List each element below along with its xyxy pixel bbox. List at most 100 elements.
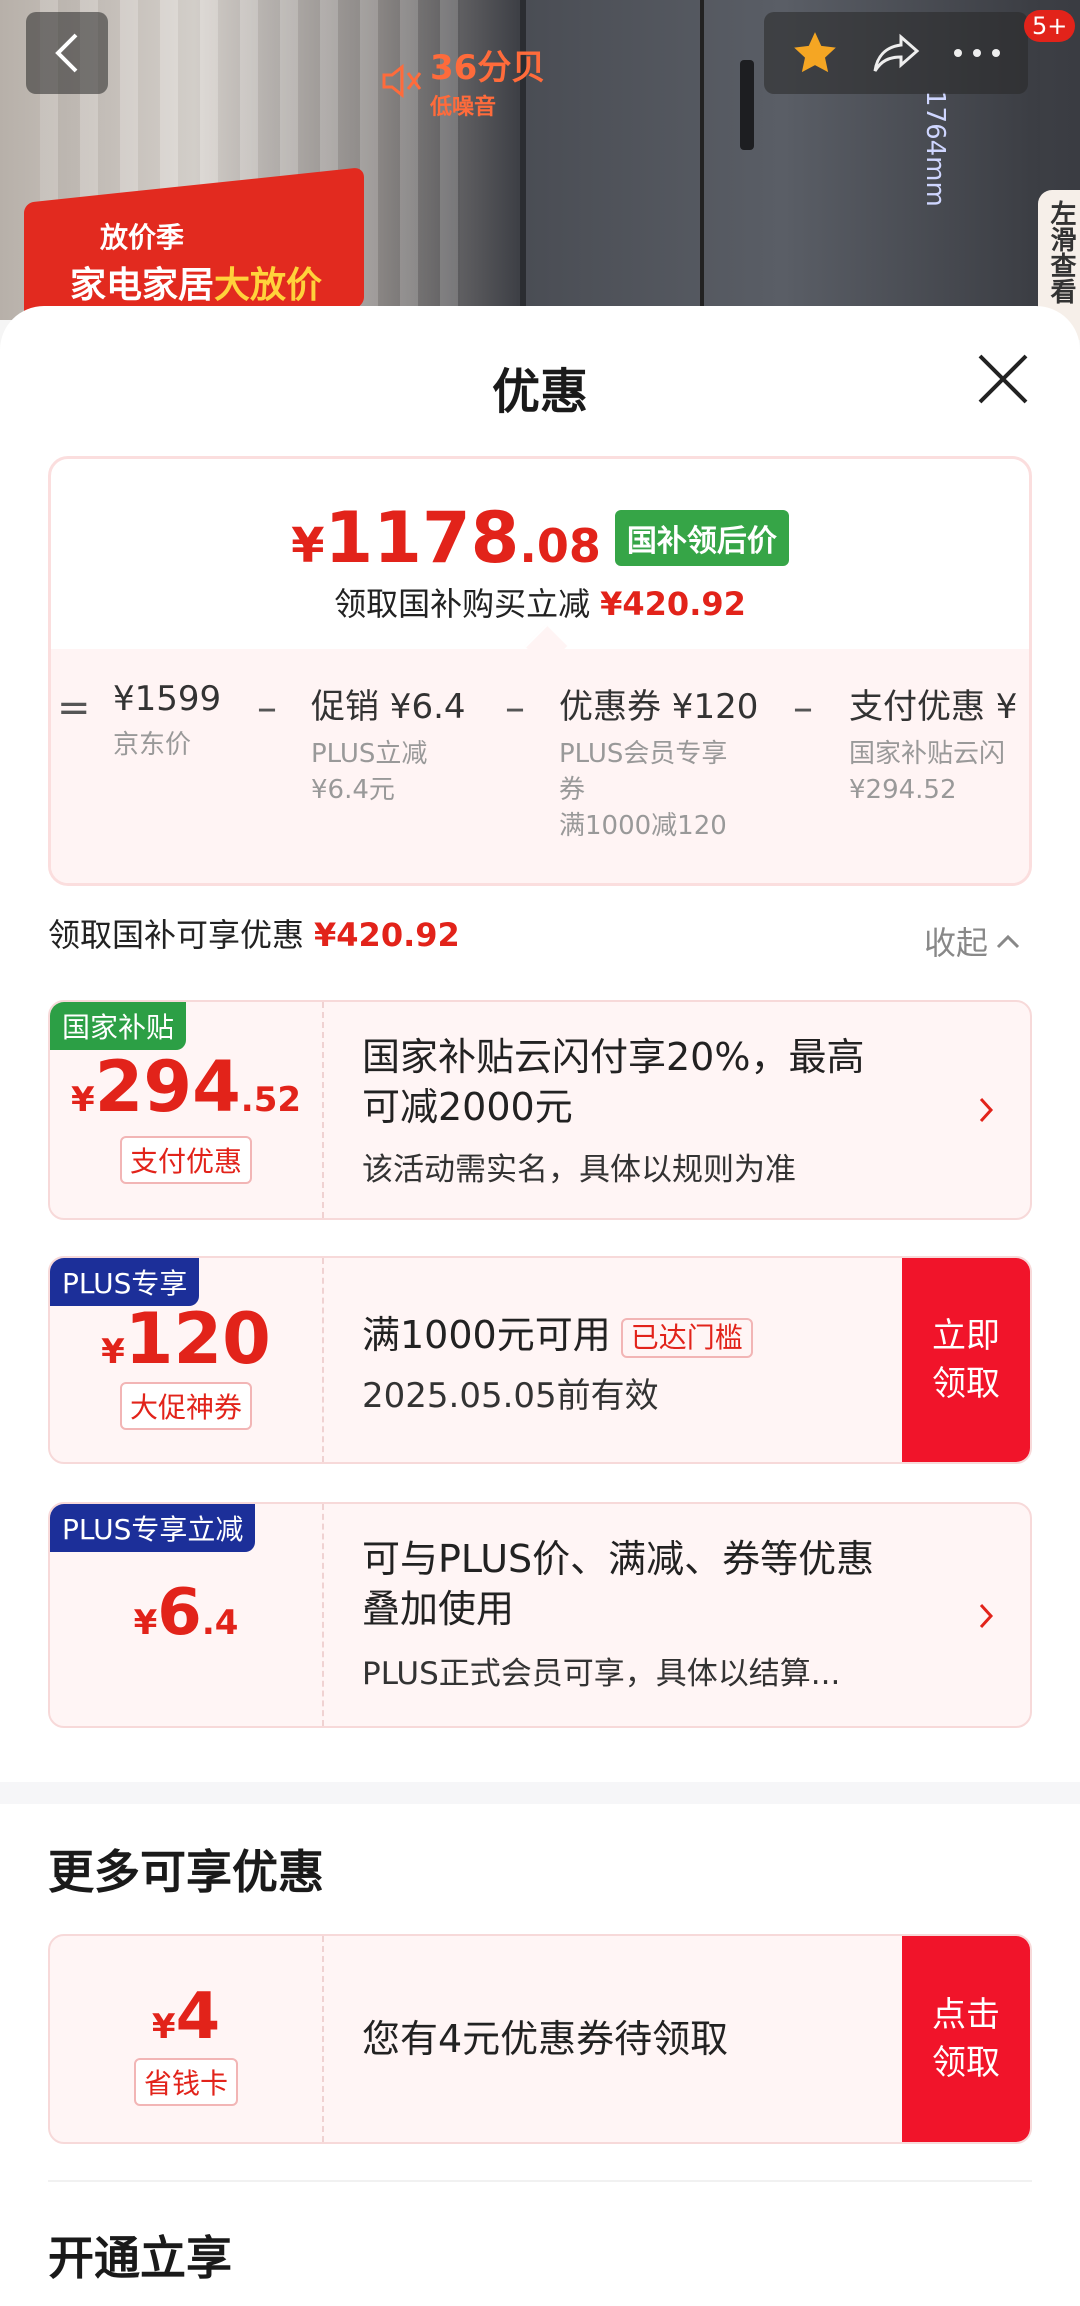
star-icon [793, 32, 836, 73]
collapse-label: 收起 [924, 924, 989, 962]
share-button[interactable] [871, 31, 921, 75]
coupon-tag: PLUS专享立减 [50, 1504, 256, 1552]
coupon-title-line: 满1000元可用 [362, 1313, 611, 1357]
claim-button-label: 立即 领取 [932, 1312, 1000, 1408]
breakdown-item-jd-price: ¥1599 京东价 [113, 679, 221, 763]
subsidy-saving-label: 领取国补购买立减 [334, 585, 591, 623]
coupon-yen: ¥ [70, 1080, 95, 1120]
claim-coupon-button[interactable]: 立即 领取 [902, 1258, 1030, 1462]
threshold-reached-badge: 已达门槛 [620, 1317, 753, 1358]
total-savings-label: 领取国补可享优惠 [48, 916, 305, 954]
promo-title-highlight: 大放价 [214, 265, 323, 306]
breakdown-line: ¥6.4元 [311, 775, 395, 805]
noise-label: 低噪音 [430, 95, 497, 120]
coupon-label: 大促神券 [50, 1382, 322, 1430]
subsidy-saving-line: 领取国补购买立减 ¥420.92 [51, 579, 1029, 625]
coupon-label-text: 省钱卡 [133, 2058, 238, 2106]
minus-operator: – [793, 685, 813, 731]
coupon-amount-integer: 120 [124, 1298, 271, 1380]
chevron-left-icon [55, 33, 78, 73]
breakdown-line: 京东价 [113, 730, 192, 760]
coupon-title-line: 国家补贴云闪付享20%，最高 [362, 1035, 865, 1079]
coupon-subtitle: PLUS正式会员可享，具体以结算... [362, 1656, 841, 1692]
breakdown-line: ¥294.52 [849, 775, 957, 805]
coupon-amount: ¥4 [50, 1980, 322, 2054]
close-button[interactable] [976, 352, 1030, 406]
breakdown-line: PLUS立减 [311, 739, 428, 769]
top-action-bar [764, 12, 1028, 94]
breakdown-item-payment: 支付优惠 ¥ 国家补贴云闪 ¥294.52 [849, 679, 1017, 808]
coupon-amount: ¥6.4 [50, 1576, 322, 1650]
price-yen: ¥ [291, 518, 325, 574]
coupon-yen: ¥ [101, 1332, 125, 1372]
chevron-up-icon [996, 934, 1020, 949]
minus-operator: – [505, 685, 525, 731]
coupon-label-text: 大促神券 [119, 1382, 252, 1430]
claim-button-line: 立即 [932, 1316, 1000, 1356]
coupon-amount-decimal: .52 [240, 1080, 302, 1120]
back-button[interactable] [26, 12, 108, 94]
section-divider [48, 2180, 1032, 2182]
coupon-divider [322, 1258, 324, 1462]
noise-value: 36分贝 [430, 48, 546, 88]
subsidy-price-badge: 国补领后价 [614, 510, 789, 566]
total-savings-row: 领取国补可享优惠 ¥420.92 [48, 910, 460, 956]
fridge-door-split [700, 0, 704, 320]
coupon-validity: 2025.05.05前有效 [362, 1376, 659, 1416]
coupon-yen: ¥ [133, 1603, 158, 1643]
noise-text: 36分贝 低噪音 [430, 40, 545, 121]
price-summary-card: ¥ 1178 .08 国补领后价 领取国补购买立减 ¥420.92 = ¥1599… [48, 456, 1032, 886]
chevron-right-icon [979, 1097, 994, 1123]
coupon-card-saver-card: ¥4 省钱卡 您有4元优惠券待领取 点击 领取 [48, 1934, 1032, 2144]
price-integer: 1178 [324, 497, 520, 579]
coupon-divider [322, 1936, 324, 2142]
claim-button-line: 领取 [932, 2043, 1000, 2083]
coupon-card-plus-discount[interactable]: PLUS专享立减 ¥6.4 可与PLUS价、满减、券等优惠 叠加使用 PLUS正… [48, 1502, 1032, 1728]
collapse-button[interactable]: 收起 [924, 918, 1020, 964]
coupon-subtitle: 该活动需实名，具体以规则为准 [362, 1152, 796, 1188]
sheet-title: 优惠 [491, 364, 588, 420]
dimension-label: 1764mm [920, 90, 950, 207]
subsidy-saving-value: ¥420.92 [600, 585, 746, 623]
coupon-title: 可与PLUS价、满减、券等优惠 叠加使用 [362, 1534, 874, 1634]
coupon-amount-decimal: .4 [201, 1603, 239, 1643]
coupon-card-plus-exclusive: PLUS专享 ¥120 大促神券 满1000元可用 已达门槛 2025.05.05… [48, 1256, 1032, 1464]
coupon-amount-integer: 6 [157, 1576, 202, 1650]
coupon-title-line: 叠加使用 [362, 1587, 515, 1631]
claim-button-line: 点击 [932, 1995, 1000, 2035]
promo-title-part: 家电家居 [70, 265, 215, 306]
breakdown-line: PLUS会员专享 [559, 739, 728, 769]
coupon-amount: ¥294.52 [50, 1046, 322, 1128]
equals-operator: = [57, 685, 91, 731]
breakdown-title: 支付优惠 ¥ [849, 687, 1018, 727]
share-icon [873, 33, 920, 72]
coupon-title: 国家补贴云闪付享20%，最高 可减2000元 [362, 1032, 864, 1132]
breakdown-line: 国家补贴云闪 [849, 739, 1006, 769]
promo-season-tag: 放价季 [100, 221, 185, 254]
breakdown-title: ¥1599 [113, 679, 222, 719]
total-savings-value: ¥420.92 [314, 916, 460, 954]
more-button[interactable] [952, 47, 1002, 59]
coupon-card-national-subsidy[interactable]: 国家补贴 ¥294.52 支付优惠 国家补贴云闪付享20%，最高 可减2000元… [48, 1000, 1032, 1220]
claim-saver-button[interactable]: 点击 领取 [902, 1936, 1030, 2142]
chevron-right-icon [979, 1603, 994, 1629]
breakdown-item-promo: 促销 ¥6.4 PLUS立减 ¥6.4元 [311, 679, 466, 808]
minus-operator: – [257, 685, 277, 731]
more-offers-title: 更多可享优惠 [48, 1845, 324, 1899]
breakdown-title: 优惠券 ¥120 [559, 687, 759, 727]
section-gap [0, 1782, 1080, 1804]
coupon-title: 您有4元优惠券待领取 [362, 2017, 729, 2061]
coupon-title-line: 可与PLUS价、满减、券等优惠 [362, 1537, 875, 1581]
coupon-title-line: 可减2000元 [362, 1085, 573, 1129]
favorite-button[interactable] [790, 28, 840, 78]
open-now-title: 开通立享 [48, 2231, 232, 2285]
notification-badge: 5+ [1024, 10, 1076, 42]
fridge-handle [740, 60, 754, 150]
breakdown-title: 促销 ¥6.4 [311, 687, 466, 727]
close-icon [978, 354, 1028, 404]
coupon-tag: 国家补贴 [50, 1002, 187, 1050]
coupon-amount: ¥120 [50, 1298, 322, 1380]
coupon-divider [322, 1504, 324, 1726]
claim-button-line: 领取 [932, 1364, 1000, 1404]
breakdown-item-coupon: 优惠券 ¥120 PLUS会员专享 券 满1000减120 [559, 679, 758, 844]
